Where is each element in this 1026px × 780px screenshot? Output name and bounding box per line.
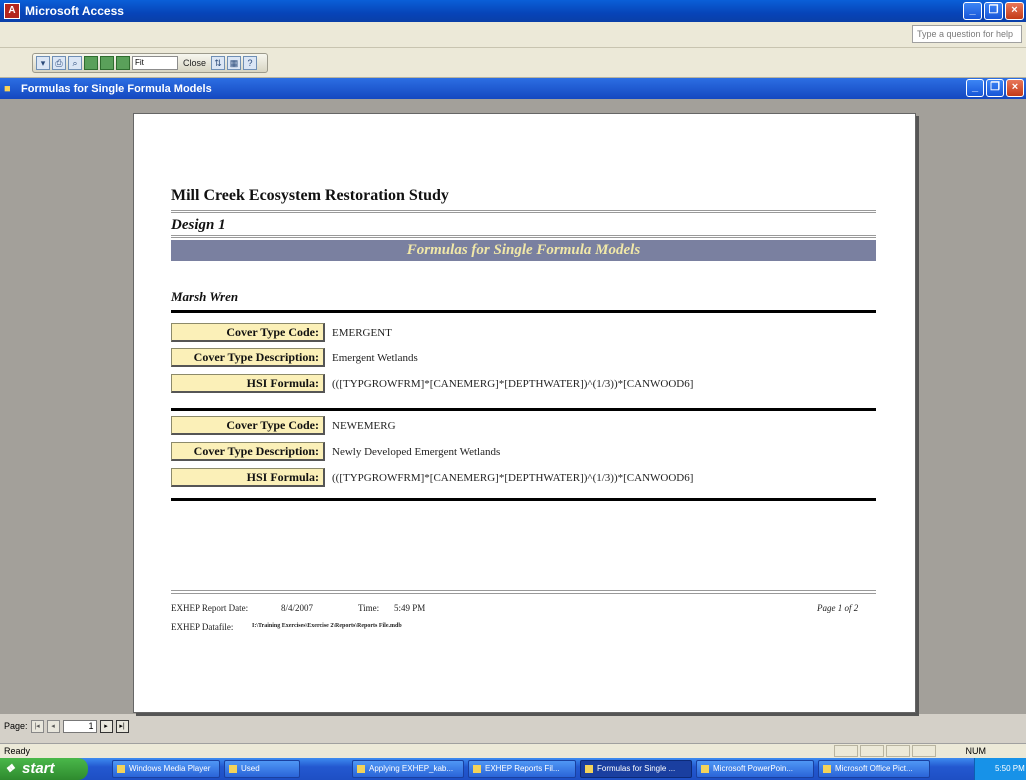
cover-type-desc-label: Cover Type Description: [171, 348, 325, 367]
document-icon [357, 764, 365, 773]
help-icon[interactable]: ? [243, 56, 258, 70]
hsi-formula-label: HSI Formula: [171, 374, 325, 393]
view-icon[interactable]: ▾ [36, 56, 50, 70]
datafile-label: EXHEP Datafile: [171, 622, 234, 632]
hsi-formula-row: HSI Formula: (([TYPGROWFRM]*[CANEMERG]*[… [171, 468, 693, 487]
cover-type-desc-row: Cover Type Description: Emergent Wetland… [171, 348, 418, 367]
zoom-select[interactable]: Fit [132, 56, 178, 70]
cover-type-desc-value: Newly Developed Emergent Wetlands [332, 445, 501, 458]
preview-work-area: Mill Creek Ecosystem Restoration Study D… [0, 99, 1026, 714]
access-app-icon: A [4, 3, 20, 19]
start-button[interactable]: ❖ start [0, 758, 88, 780]
cover-type-desc-value: Emergent Wetlands [332, 351, 418, 364]
report-icon [585, 764, 593, 773]
report-band-heading: Formulas for Single Formula Models [171, 240, 876, 261]
report-title: Mill Creek Ecosystem Restoration Study [171, 187, 449, 204]
cover-type-desc-label: Cover Type Description: [171, 442, 325, 461]
windows-taskbar: ❖ start Windows Media Player Used Applyi… [0, 758, 1026, 780]
cover-type-code-row: Cover Type Code: NEWEMERG [171, 416, 396, 435]
record-divider [171, 408, 876, 411]
record-end-divider [171, 498, 876, 501]
app-title: Microsoft Access [25, 4, 124, 18]
next-page-button[interactable]: ▸ [99, 719, 113, 733]
access-icon [473, 764, 481, 773]
report-icon: ■ [4, 82, 11, 95]
doc-window-titlebar: ■ Formulas for Single Formula Models _ ❐… [0, 78, 1026, 99]
menu-strip: Type a question for help [0, 22, 1026, 48]
page-number-input[interactable]: 1 [62, 719, 97, 733]
cover-type-code-value: NEWEMERG [332, 419, 396, 432]
time-value: 5:49 PM [394, 603, 426, 613]
taskbar-item-office-picture[interactable]: Microsoft Office Pict... [818, 760, 930, 778]
status-bar: Ready NUM [0, 743, 1026, 758]
doc-restore-button[interactable]: ❐ [986, 79, 1004, 97]
first-page-button[interactable]: |◂ [30, 719, 44, 733]
report-page: Mill Creek Ecosystem Restoration Study D… [133, 113, 916, 713]
cover-type-code-label: Cover Type Code: [171, 416, 325, 435]
minimize-button[interactable]: _ [963, 2, 982, 20]
close-preview-button[interactable]: Close [180, 58, 209, 68]
hsi-formula-value: (([TYPGROWFRM]*[CANEMERG]*[DEPTHWATER])^… [332, 471, 694, 484]
windows-flag-icon: ❖ [5, 763, 15, 775]
app-titlebar: A Microsoft Access _ ❐ × [0, 0, 1026, 22]
taskbar-item-applying[interactable]: Applying EXHEP_kab... [352, 760, 464, 778]
setup-icon[interactable]: ⇅ [211, 56, 226, 70]
title-divider [171, 210, 876, 213]
time-label: Time: [358, 603, 380, 613]
hsi-formula-value: (([TYPGROWFRM]*[CANEMERG]*[DEPTHWATER])^… [332, 377, 694, 390]
footer-divider [171, 590, 876, 594]
page-nav-label: Page: [4, 721, 28, 731]
species-heading: Marsh Wren [171, 289, 239, 304]
num-lock-indicator: NUM [965, 746, 987, 756]
cover-type-code-row: Cover Type Code: EMERGENT [171, 323, 392, 342]
taskbar-item-media-player[interactable]: Windows Media Player [112, 760, 220, 778]
hsi-formula-label: HSI Formula: [171, 468, 325, 487]
taskbar-item-used[interactable]: Used [224, 760, 300, 778]
report-date-value: 8/4/2007 [281, 603, 314, 613]
restore-button[interactable]: ❐ [984, 2, 1003, 20]
status-text: Ready [4, 746, 31, 756]
cover-type-code-value: EMERGENT [332, 326, 392, 339]
powerpoint-icon [701, 764, 709, 773]
one-page-icon[interactable] [84, 56, 98, 70]
multiple-pages-icon[interactable] [116, 56, 130, 70]
taskbar-item-powerpoint[interactable]: Microsoft PowerPoin... [696, 760, 814, 778]
page-count: Page 1 of 2 [817, 603, 859, 613]
prev-page-button[interactable]: ◂ [46, 719, 60, 733]
system-tray-clock: 5:50 PM [974, 758, 1026, 780]
design-divider [171, 235, 876, 238]
media-player-icon [117, 764, 125, 773]
report-date-label: EXHEP Report Date: [171, 603, 249, 613]
page-navigation: Page: |◂ ◂ 1 ▸ ▸| [0, 717, 1026, 735]
doc-close-button[interactable]: × [1006, 79, 1024, 97]
datafile-path: I:\Training Exercises\Exercise 2\Reports… [252, 623, 402, 629]
close-button[interactable]: × [1005, 2, 1024, 20]
doc-window-title: Formulas for Single Formula Models [21, 82, 212, 95]
taskbar-item-formulas[interactable]: Formulas for Single ... [580, 760, 692, 778]
doc-minimize-button[interactable]: _ [966, 79, 984, 97]
zoom-icon[interactable]: ⌕ [68, 56, 82, 70]
print-preview-toolbar: ▾ ⎙ ⌕ Fit Close ⇅ ▦ ? [0, 48, 1026, 78]
design-heading: Design 1 [171, 217, 226, 233]
picture-icon [823, 764, 831, 773]
folder-icon [229, 764, 237, 773]
cover-type-code-label: Cover Type Code: [171, 323, 325, 342]
last-page-button[interactable]: ▸| [115, 719, 129, 733]
two-pages-icon[interactable] [100, 56, 114, 70]
cover-type-desc-row: Cover Type Description: Newly Developed … [171, 442, 500, 461]
taskbar-item-exhep-reports[interactable]: EXHEP Reports Fil... [468, 760, 576, 778]
hsi-formula-row: HSI Formula: (([TYPGROWFRM]*[CANEMERG]*[… [171, 374, 693, 393]
start-label: start [22, 760, 55, 777]
species-divider [171, 310, 876, 313]
office-links-icon[interactable]: ▦ [227, 56, 242, 70]
help-question-input[interactable]: Type a question for help [912, 25, 1022, 43]
print-icon[interactable]: ⎙ [52, 56, 66, 70]
